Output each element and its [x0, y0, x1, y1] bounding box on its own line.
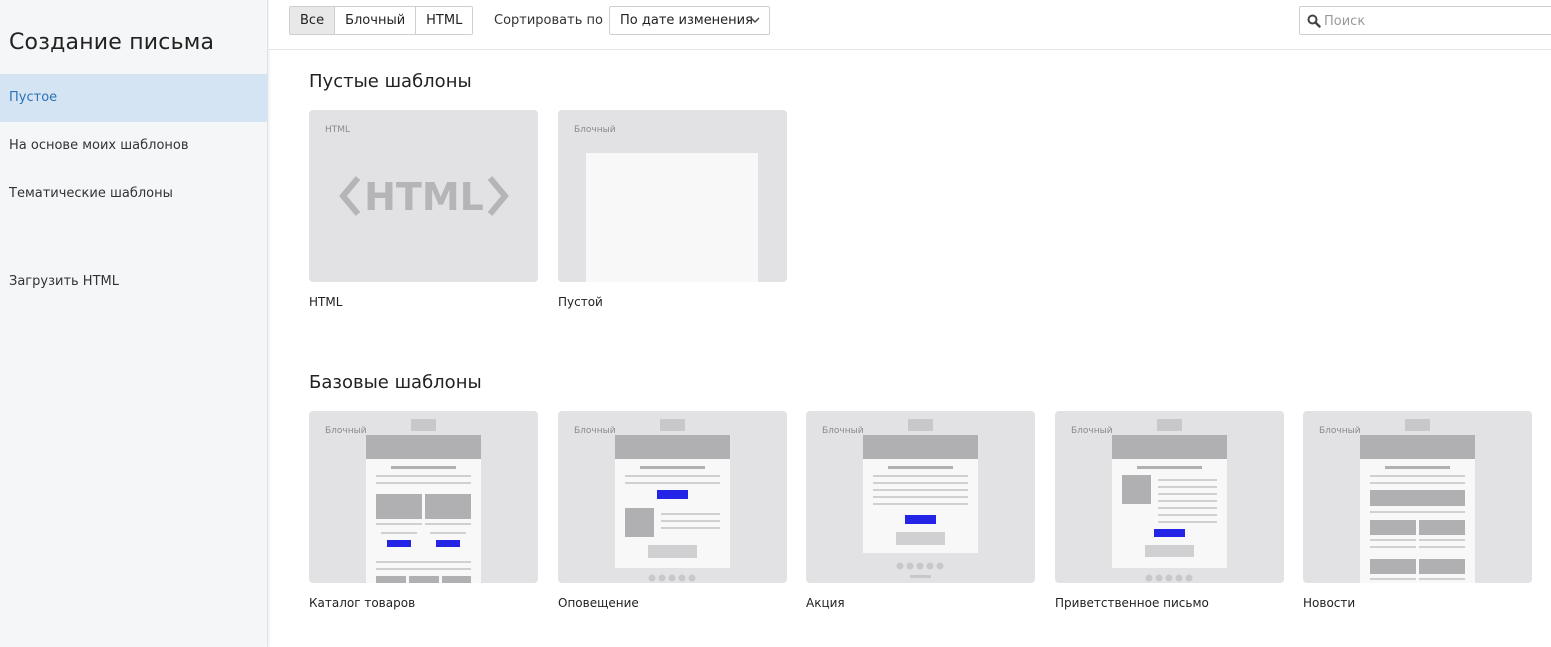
promo-preview [863, 419, 978, 578]
sidebar-item-thematic-templates[interactable]: Тематические шаблоны [0, 170, 268, 218]
sidebar-item-empty[interactable]: Пустое [0, 74, 268, 122]
template-type-tag: Блочный [574, 125, 616, 135]
template-card-notification[interactable]: Блочный Оповещение [558, 411, 787, 610]
html-code-icon: HTML [339, 175, 509, 218]
filter-html-button[interactable]: HTML [416, 7, 473, 34]
template-thumbnail: HTML HTML [309, 110, 538, 282]
template-name: Новости [1303, 596, 1356, 610]
search-box [1299, 6, 1551, 35]
template-card-blank[interactable]: Блочный Пустой [558, 110, 787, 309]
blank-page-preview [586, 153, 758, 282]
page-title: Создание письма [9, 30, 215, 55]
chevron-down-icon [750, 7, 760, 44]
welcome-preview [1112, 419, 1227, 582]
template-thumbnail: Блочный [309, 411, 538, 583]
template-thumbnail: Блочный [1303, 411, 1532, 583]
sort-label: Сортировать по [494, 13, 603, 28]
template-card-promo[interactable]: Блочный Акция [806, 411, 1035, 610]
notification-preview [615, 419, 730, 582]
template-name: Пустой [558, 295, 603, 309]
section-title-basic-templates: Базовые шаблоны [309, 372, 482, 393]
template-thumbnail: Блочный [1055, 411, 1284, 583]
filter-all-button[interactable]: Все [290, 7, 336, 34]
sidebar: Создание письма Пустое На основе моих ша… [0, 0, 268, 647]
catalog-preview [366, 419, 481, 583]
news-preview [1360, 419, 1475, 583]
template-name: Оповещение [558, 596, 639, 610]
section-title-empty-templates: Пустые шаблоны [309, 71, 472, 92]
sort-select[interactable]: По дате изменения [609, 6, 770, 35]
search-icon [1307, 13, 1321, 32]
template-card-news[interactable]: Блочный Новости [1303, 411, 1532, 610]
template-card-welcome[interactable]: Блочный Приветственное письмо [1055, 411, 1284, 610]
sidebar-item-upload-html[interactable]: Загрузить HTML [0, 258, 268, 306]
sidebar-item-my-templates[interactable]: На основе моих шаблонов [0, 122, 268, 170]
template-thumbnail: Блочный [558, 110, 787, 282]
html-logo-text: HTML [364, 175, 484, 218]
filter-block-button[interactable]: Блочный [335, 7, 417, 34]
template-thumbnail: Блочный [558, 411, 787, 583]
template-name: Акция [806, 596, 845, 610]
template-name: HTML [309, 295, 343, 309]
template-thumbnail: Блочный [806, 411, 1035, 583]
toolbar: Все Блочный HTML Сортировать по По дате … [269, 0, 1551, 50]
template-type-tag: HTML [325, 125, 351, 135]
template-card-html[interactable]: HTML HTML HTML [309, 110, 538, 309]
template-name: Приветственное письмо [1055, 596, 1209, 610]
template-card-catalog[interactable]: Блочный Каталог товаров [309, 411, 538, 610]
filter-segmented-control: Все Блочный HTML [289, 6, 474, 35]
search-input[interactable] [1324, 10, 1544, 32]
template-name: Каталог товаров [309, 596, 416, 610]
sort-select-value: По дате изменения [620, 13, 753, 28]
